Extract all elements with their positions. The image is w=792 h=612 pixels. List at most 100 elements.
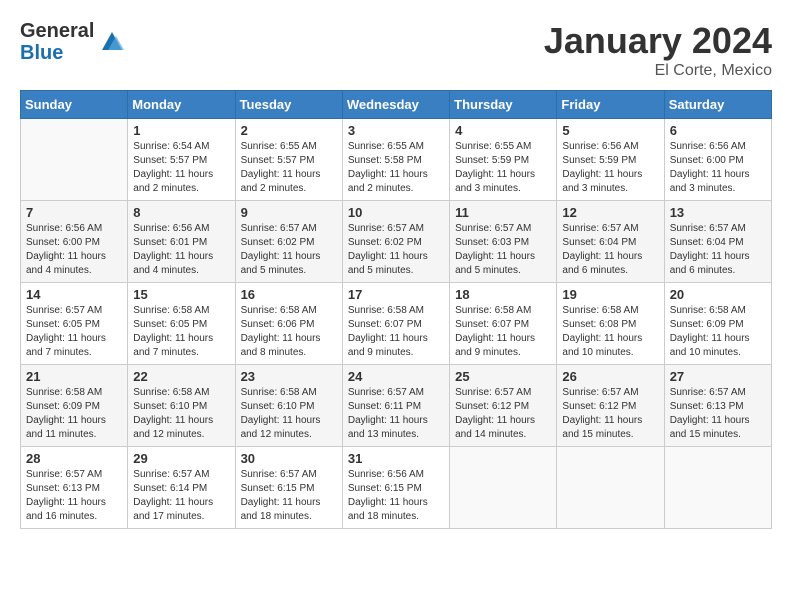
day-number: 28 xyxy=(26,451,122,466)
day-info: Sunrise: 6:57 AM Sunset: 6:15 PM Dayligh… xyxy=(241,468,337,524)
day-cell: 9 Sunrise: 6:57 AM Sunset: 6:02 PM Daylig… xyxy=(235,201,342,283)
day-info: Sunrise: 6:58 AM Sunset: 6:07 PM Dayligh… xyxy=(348,304,444,360)
day-info: Sunrise: 6:57 AM Sunset: 6:02 PM Dayligh… xyxy=(241,222,337,278)
day-info: Sunrise: 6:58 AM Sunset: 6:10 PM Dayligh… xyxy=(133,386,229,442)
day-number: 24 xyxy=(348,369,444,384)
day-info: Sunrise: 6:57 AM Sunset: 6:12 PM Dayligh… xyxy=(562,386,658,442)
logo-icon xyxy=(98,28,126,56)
day-cell: 27 Sunrise: 6:57 AM Sunset: 6:13 PM Dayli… xyxy=(664,365,771,447)
day-number: 12 xyxy=(562,205,658,220)
day-info: Sunrise: 6:56 AM Sunset: 5:59 PM Dayligh… xyxy=(562,140,658,196)
day-number: 3 xyxy=(348,123,444,138)
day-cell: 3 Sunrise: 6:55 AM Sunset: 5:58 PM Daylig… xyxy=(342,119,449,201)
day-info: Sunrise: 6:54 AM Sunset: 5:57 PM Dayligh… xyxy=(133,140,229,196)
month-year: January 2024 xyxy=(544,20,772,62)
day-number: 22 xyxy=(133,369,229,384)
day-number: 10 xyxy=(348,205,444,220)
day-number: 18 xyxy=(455,287,551,302)
day-cell: 21 Sunrise: 6:58 AM Sunset: 6:09 PM Dayli… xyxy=(21,365,128,447)
day-info: Sunrise: 6:58 AM Sunset: 6:09 PM Dayligh… xyxy=(670,304,766,360)
header-row: SundayMondayTuesdayWednesdayThursdayFrid… xyxy=(21,91,772,119)
day-number: 1 xyxy=(133,123,229,138)
day-info: Sunrise: 6:57 AM Sunset: 6:02 PM Dayligh… xyxy=(348,222,444,278)
day-number: 13 xyxy=(670,205,766,220)
day-info: Sunrise: 6:58 AM Sunset: 6:06 PM Dayligh… xyxy=(241,304,337,360)
day-cell: 19 Sunrise: 6:58 AM Sunset: 6:08 PM Dayli… xyxy=(557,283,664,365)
week-row-3: 14Sunrise: 6:57 AM Sunset: 6:05 PM Dayli… xyxy=(21,283,772,365)
day-info: Sunrise: 6:55 AM Sunset: 5:57 PM Dayligh… xyxy=(241,140,337,196)
day-cell: 6 Sunrise: 6:56 AM Sunset: 6:00 PM Daylig… xyxy=(664,119,771,201)
day-number: 21 xyxy=(26,369,122,384)
day-number: 30 xyxy=(241,451,337,466)
day-number: 9 xyxy=(241,205,337,220)
day-cell: 2 Sunrise: 6:55 AM Sunset: 5:57 PM Daylig… xyxy=(235,119,342,201)
day-info: Sunrise: 6:57 AM Sunset: 6:03 PM Dayligh… xyxy=(455,222,551,278)
day-number: 20 xyxy=(670,287,766,302)
day-number: 29 xyxy=(133,451,229,466)
day-number: 17 xyxy=(348,287,444,302)
day-cell xyxy=(450,447,557,529)
day-number: 2 xyxy=(241,123,337,138)
day-info: Sunrise: 6:56 AM Sunset: 6:15 PM Dayligh… xyxy=(348,468,444,524)
title-block: January 2024 El Corte, Mexico xyxy=(544,20,772,80)
day-number: 27 xyxy=(670,369,766,384)
day-cell: 16 Sunrise: 6:58 AM Sunset: 6:06 PM Dayli… xyxy=(235,283,342,365)
day-info: Sunrise: 6:58 AM Sunset: 6:07 PM Dayligh… xyxy=(455,304,551,360)
day-info: Sunrise: 6:58 AM Sunset: 6:05 PM Dayligh… xyxy=(133,304,229,360)
day-cell xyxy=(557,447,664,529)
day-info: Sunrise: 6:57 AM Sunset: 6:04 PM Dayligh… xyxy=(670,222,766,278)
day-info: Sunrise: 6:58 AM Sunset: 6:10 PM Dayligh… xyxy=(241,386,337,442)
logo-text: General Blue xyxy=(20,20,94,64)
day-cell: 26Sunrise: 6:57 AM Sunset: 6:12 PM Dayli… xyxy=(557,365,664,447)
calendar-body: 1 Sunrise: 6:54 AM Sunset: 5:57 PM Daylig… xyxy=(21,119,772,529)
day-number: 19 xyxy=(562,287,658,302)
header-cell-friday: Friday xyxy=(557,91,664,119)
day-cell: 29Sunrise: 6:57 AM Sunset: 6:14 PM Dayli… xyxy=(128,447,235,529)
day-cell: 7 Sunrise: 6:56 AM Sunset: 6:00 PM Daylig… xyxy=(21,201,128,283)
day-cell: 31 Sunrise: 6:56 AM Sunset: 6:15 PM Dayli… xyxy=(342,447,449,529)
logo-blue: Blue xyxy=(20,42,94,64)
day-info: Sunrise: 6:58 AM Sunset: 6:09 PM Dayligh… xyxy=(26,386,122,442)
header-cell-wednesday: Wednesday xyxy=(342,91,449,119)
day-cell: 4Sunrise: 6:55 AM Sunset: 5:59 PM Daylig… xyxy=(450,119,557,201)
day-info: Sunrise: 6:58 AM Sunset: 6:08 PM Dayligh… xyxy=(562,304,658,360)
logo: General Blue xyxy=(20,20,126,64)
day-info: Sunrise: 6:56 AM Sunset: 6:00 PM Dayligh… xyxy=(26,222,122,278)
day-info: Sunrise: 6:57 AM Sunset: 6:13 PM Dayligh… xyxy=(26,468,122,524)
day-number: 5 xyxy=(562,123,658,138)
day-cell: 20 Sunrise: 6:58 AM Sunset: 6:09 PM Dayli… xyxy=(664,283,771,365)
day-number: 16 xyxy=(241,287,337,302)
day-number: 25 xyxy=(455,369,551,384)
header-cell-tuesday: Tuesday xyxy=(235,91,342,119)
calendar-header: SundayMondayTuesdayWednesdayThursdayFrid… xyxy=(21,91,772,119)
calendar-table: SundayMondayTuesdayWednesdayThursdayFrid… xyxy=(20,90,772,529)
logo-general: General xyxy=(20,20,94,42)
day-info: Sunrise: 6:57 AM Sunset: 6:12 PM Dayligh… xyxy=(455,386,551,442)
location: El Corte, Mexico xyxy=(544,62,772,80)
day-cell: 25 Sunrise: 6:57 AM Sunset: 6:12 PM Dayli… xyxy=(450,365,557,447)
day-info: Sunrise: 6:57 AM Sunset: 6:04 PM Dayligh… xyxy=(562,222,658,278)
day-cell: 10 Sunrise: 6:57 AM Sunset: 6:02 PM Dayli… xyxy=(342,201,449,283)
header-cell-monday: Monday xyxy=(128,91,235,119)
header-cell-saturday: Saturday xyxy=(664,91,771,119)
day-cell: 14Sunrise: 6:57 AM Sunset: 6:05 PM Dayli… xyxy=(21,283,128,365)
day-cell: 1 Sunrise: 6:54 AM Sunset: 5:57 PM Daylig… xyxy=(128,119,235,201)
day-cell: 8Sunrise: 6:56 AM Sunset: 6:01 PM Daylig… xyxy=(128,201,235,283)
day-info: Sunrise: 6:57 AM Sunset: 6:11 PM Dayligh… xyxy=(348,386,444,442)
day-info: Sunrise: 6:55 AM Sunset: 5:58 PM Dayligh… xyxy=(348,140,444,196)
day-number: 7 xyxy=(26,205,122,220)
week-row-5: 28 Sunrise: 6:57 AM Sunset: 6:13 PM Dayli… xyxy=(21,447,772,529)
day-cell: 12 Sunrise: 6:57 AM Sunset: 6:04 PM Dayli… xyxy=(557,201,664,283)
day-cell: 23Sunrise: 6:58 AM Sunset: 6:10 PM Dayli… xyxy=(235,365,342,447)
day-number: 31 xyxy=(348,451,444,466)
day-cell: 15 Sunrise: 6:58 AM Sunset: 6:05 PM Dayli… xyxy=(128,283,235,365)
day-info: Sunrise: 6:56 AM Sunset: 6:00 PM Dayligh… xyxy=(670,140,766,196)
day-number: 15 xyxy=(133,287,229,302)
day-cell: 28 Sunrise: 6:57 AM Sunset: 6:13 PM Dayli… xyxy=(21,447,128,529)
day-number: 6 xyxy=(670,123,766,138)
day-info: Sunrise: 6:56 AM Sunset: 6:01 PM Dayligh… xyxy=(133,222,229,278)
day-info: Sunrise: 6:57 AM Sunset: 6:13 PM Dayligh… xyxy=(670,386,766,442)
week-row-1: 1 Sunrise: 6:54 AM Sunset: 5:57 PM Daylig… xyxy=(21,119,772,201)
day-cell: 13 Sunrise: 6:57 AM Sunset: 6:04 PM Dayli… xyxy=(664,201,771,283)
day-cell: 17 Sunrise: 6:58 AM Sunset: 6:07 PM Dayli… xyxy=(342,283,449,365)
